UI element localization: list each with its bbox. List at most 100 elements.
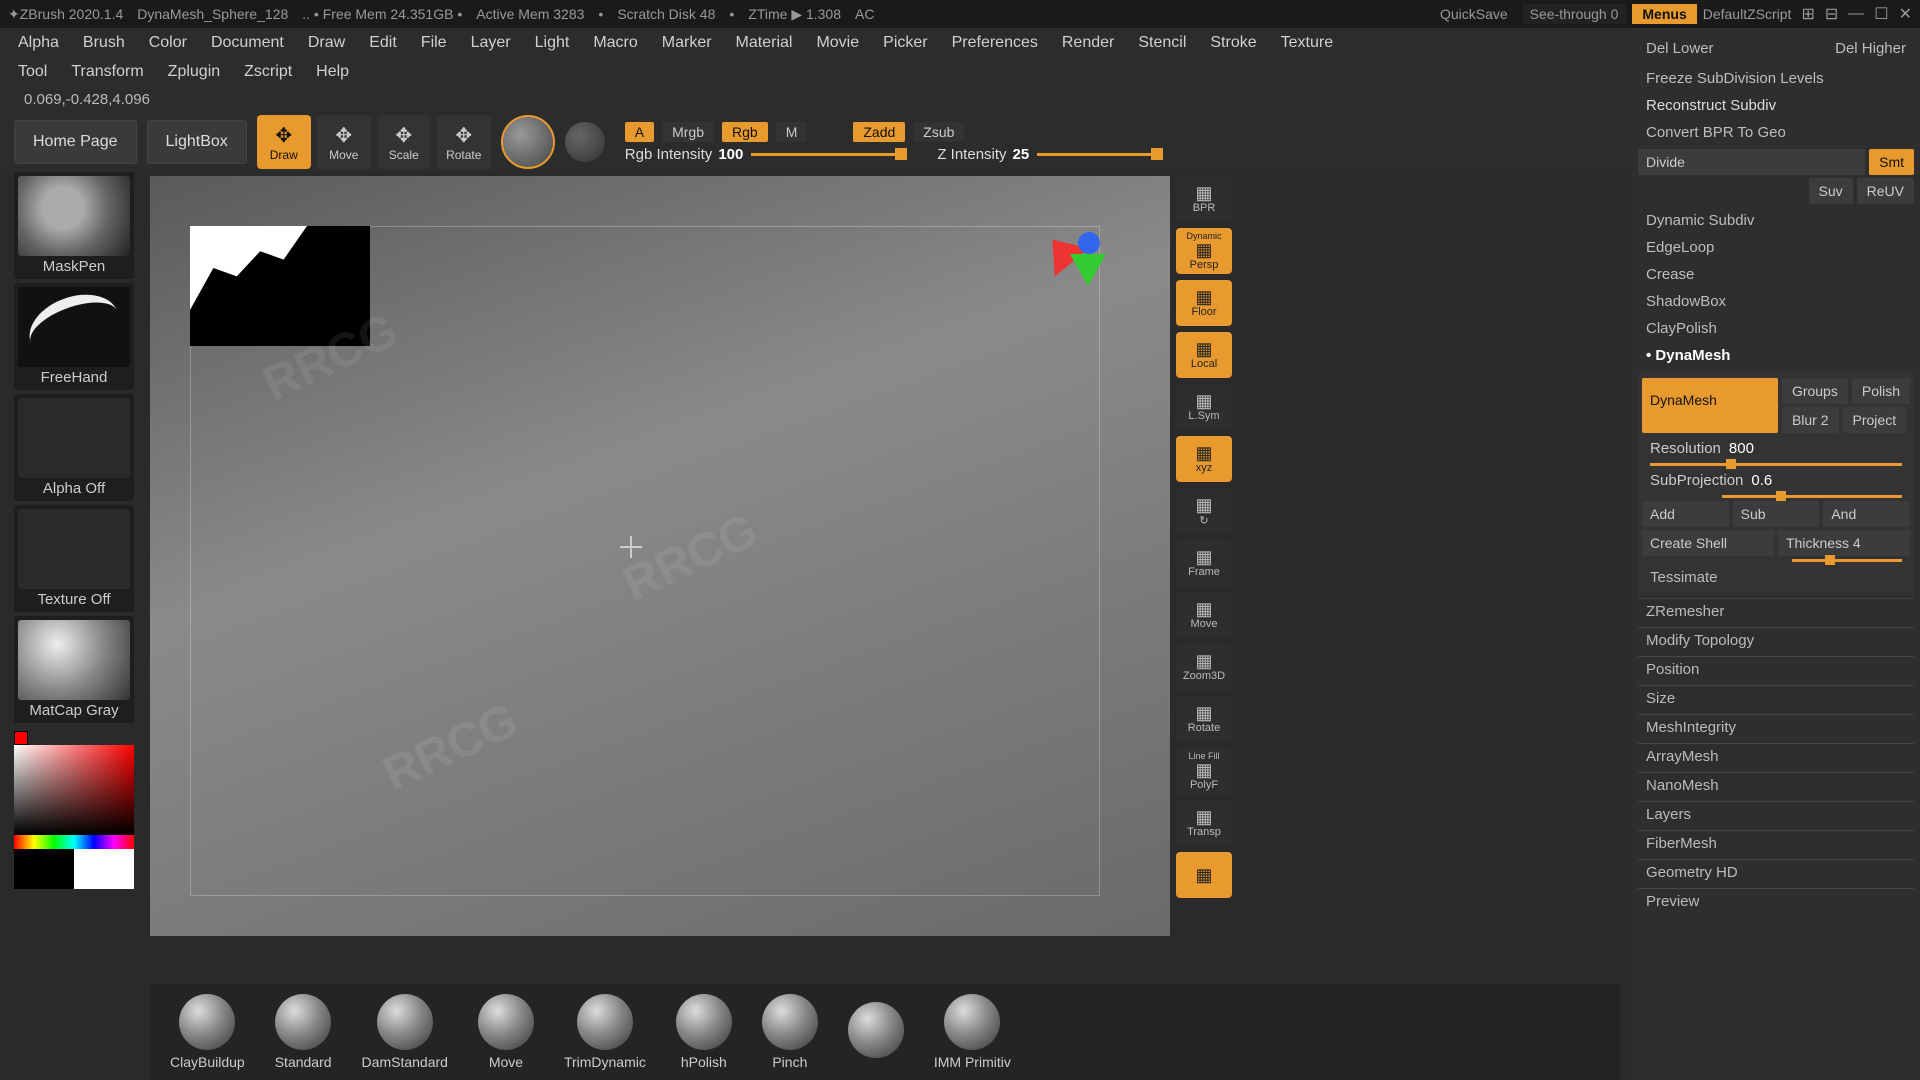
- vbtn-solo[interactable]: ▦: [1176, 852, 1232, 898]
- brush-maskpen[interactable]: MaskPen: [14, 172, 134, 279]
- section-layers[interactable]: Layers: [1638, 801, 1914, 827]
- color-picker[interactable]: [14, 731, 134, 889]
- menu-document[interactable]: Document: [211, 34, 284, 52]
- claypolish[interactable]: ClayPolish: [1638, 315, 1914, 342]
- m-toggle[interactable]: M: [776, 122, 808, 142]
- active-tool-icon[interactable]: [501, 115, 555, 169]
- tessimate[interactable]: Tessimate: [1642, 564, 1910, 591]
- section-arraymesh[interactable]: ArrayMesh: [1638, 743, 1914, 769]
- section-position[interactable]: Position: [1638, 656, 1914, 682]
- sub-button[interactable]: Sub: [1733, 501, 1820, 527]
- menu-layer[interactable]: Layer: [471, 34, 511, 52]
- see-through-slider[interactable]: See-through 0: [1522, 4, 1627, 24]
- vbtn-[interactable]: ▦↻: [1176, 488, 1232, 534]
- material-matcap-gray[interactable]: MatCap Gray: [14, 616, 134, 723]
- move-mode[interactable]: ✥Move: [317, 115, 371, 169]
- section-size[interactable]: Size: [1638, 685, 1914, 711]
- menu-file[interactable]: File: [421, 34, 447, 52]
- rotate-mode[interactable]: ✥Rotate: [437, 115, 491, 169]
- menu-edit[interactable]: Edit: [369, 34, 397, 52]
- vbtn-xyz[interactable]: ▦xyz: [1176, 436, 1232, 482]
- viewport[interactable]: [150, 176, 1170, 936]
- secondary-color[interactable]: [14, 849, 74, 889]
- create-shell[interactable]: Create Shell: [1642, 530, 1774, 556]
- menu-brush[interactable]: Brush: [83, 34, 125, 52]
- divide-button[interactable]: Divide: [1638, 149, 1865, 175]
- mrgb-toggle[interactable]: Mrgb: [662, 122, 714, 142]
- vbtn-zoom3d[interactable]: ▦Zoom3D: [1176, 644, 1232, 690]
- axis-gizmo[interactable]: [1040, 226, 1110, 296]
- del-lower[interactable]: Del Lower: [1638, 35, 1722, 62]
- menu-render[interactable]: Render: [1062, 34, 1114, 52]
- polish-toggle[interactable]: Polish: [1852, 378, 1910, 404]
- vbtn-frame[interactable]: ▦Frame: [1176, 540, 1232, 586]
- brush-hpolish[interactable]: hPolish: [676, 994, 732, 1070]
- maximize-icon[interactable]: ☐: [1874, 4, 1888, 24]
- vbtn-local[interactable]: ▦Local: [1176, 332, 1232, 378]
- menu-macro[interactable]: Macro: [593, 34, 637, 52]
- brush-pinch[interactable]: Pinch: [762, 994, 818, 1070]
- zsub-toggle[interactable]: Zsub: [913, 122, 964, 142]
- section-geometry-hd[interactable]: Geometry HD: [1638, 859, 1914, 885]
- brush-claybuildup[interactable]: ClayBuildup: [170, 994, 245, 1070]
- menu-tool[interactable]: Tool: [18, 63, 47, 81]
- menu-transform[interactable]: Transform: [71, 63, 143, 81]
- scale-mode[interactable]: ✥Scale: [377, 115, 431, 169]
- freeze-subdiv[interactable]: Freeze SubDivision Levels: [1638, 65, 1914, 92]
- draw-mode[interactable]: ✥Draw: [257, 115, 311, 169]
- menu-stencil[interactable]: Stencil: [1138, 34, 1186, 52]
- menu-zscript[interactable]: Zscript: [244, 63, 292, 81]
- subprojection-slider[interactable]: SubProjection 0.6: [1642, 468, 1910, 493]
- default-zscript[interactable]: DefaultZScript: [1703, 6, 1792, 22]
- menu-preferences[interactable]: Preferences: [952, 34, 1038, 52]
- vbtn-rotate[interactable]: ▦Rotate: [1176, 696, 1232, 742]
- resolution-slider[interactable]: Resolution 800: [1642, 436, 1910, 461]
- vbtn-polyf[interactable]: Line Fill▦PolyF: [1176, 748, 1232, 794]
- menu-draw[interactable]: Draw: [308, 34, 345, 52]
- dynamesh-header[interactable]: • DynaMesh: [1638, 342, 1914, 369]
- del-higher[interactable]: Del Higher: [1827, 35, 1914, 62]
- convert-bpr[interactable]: Convert BPR To Geo: [1638, 119, 1914, 146]
- add-button[interactable]: Add: [1642, 501, 1729, 527]
- section-zremesher[interactable]: ZRemesher: [1638, 598, 1914, 624]
- primary-color[interactable]: [74, 849, 134, 889]
- quicksave-button[interactable]: QuickSave: [1440, 6, 1508, 22]
- rgb-intensity-slider[interactable]: [751, 153, 901, 156]
- alt-tool-icon[interactable]: [565, 122, 605, 162]
- menu-help[interactable]: Help: [316, 63, 349, 81]
- close-icon[interactable]: ✕: [1899, 4, 1912, 24]
- home-page-button[interactable]: Home Page: [14, 120, 137, 164]
- reuv-button[interactable]: ReUV: [1857, 178, 1914, 204]
- project-toggle[interactable]: Project: [1843, 407, 1907, 433]
- menu-zplugin[interactable]: Zplugin: [168, 63, 220, 81]
- menus-toggle[interactable]: Menus: [1632, 4, 1696, 24]
- a-toggle[interactable]: A: [625, 122, 654, 142]
- edgeloop[interactable]: EdgeLoop: [1638, 234, 1914, 261]
- section-fibermesh[interactable]: FiberMesh: [1638, 830, 1914, 856]
- menu-picker[interactable]: Picker: [883, 34, 927, 52]
- minimize-icon[interactable]: —: [1848, 5, 1864, 23]
- dynamic-subdiv[interactable]: Dynamic Subdiv: [1638, 207, 1914, 234]
- thickness-slider[interactable]: Thickness 4: [1778, 530, 1910, 556]
- vbtn-lsym[interactable]: ▦L.Sym: [1176, 384, 1232, 430]
- z-intensity-slider[interactable]: [1037, 153, 1157, 156]
- menu-stroke[interactable]: Stroke: [1210, 34, 1256, 52]
- vbtn-persp[interactable]: Dynamic▦Persp: [1176, 228, 1232, 274]
- dynamesh-button[interactable]: DynaMesh: [1642, 378, 1778, 433]
- blur-value[interactable]: Blur 2: [1782, 407, 1839, 433]
- rgb-toggle[interactable]: Rgb: [722, 122, 768, 142]
- dock-right-icon[interactable]: ⊟: [1825, 4, 1838, 24]
- alpha-off[interactable]: Alpha Off: [14, 394, 134, 501]
- brush-move[interactable]: Move: [478, 994, 534, 1070]
- menu-marker[interactable]: Marker: [662, 34, 712, 52]
- section-modify-topology[interactable]: Modify Topology: [1638, 627, 1914, 653]
- menu-light[interactable]: Light: [535, 34, 570, 52]
- vbtn-bpr[interactable]: ▦BPR: [1176, 176, 1232, 222]
- brush-damstandard[interactable]: DamStandard: [362, 994, 448, 1070]
- vbtn-move[interactable]: ▦Move: [1176, 592, 1232, 638]
- and-button[interactable]: And: [1823, 501, 1910, 527]
- groups-toggle[interactable]: Groups: [1782, 378, 1848, 404]
- crease[interactable]: Crease: [1638, 261, 1914, 288]
- section-nanomesh[interactable]: NanoMesh: [1638, 772, 1914, 798]
- section-preview[interactable]: Preview: [1638, 888, 1914, 914]
